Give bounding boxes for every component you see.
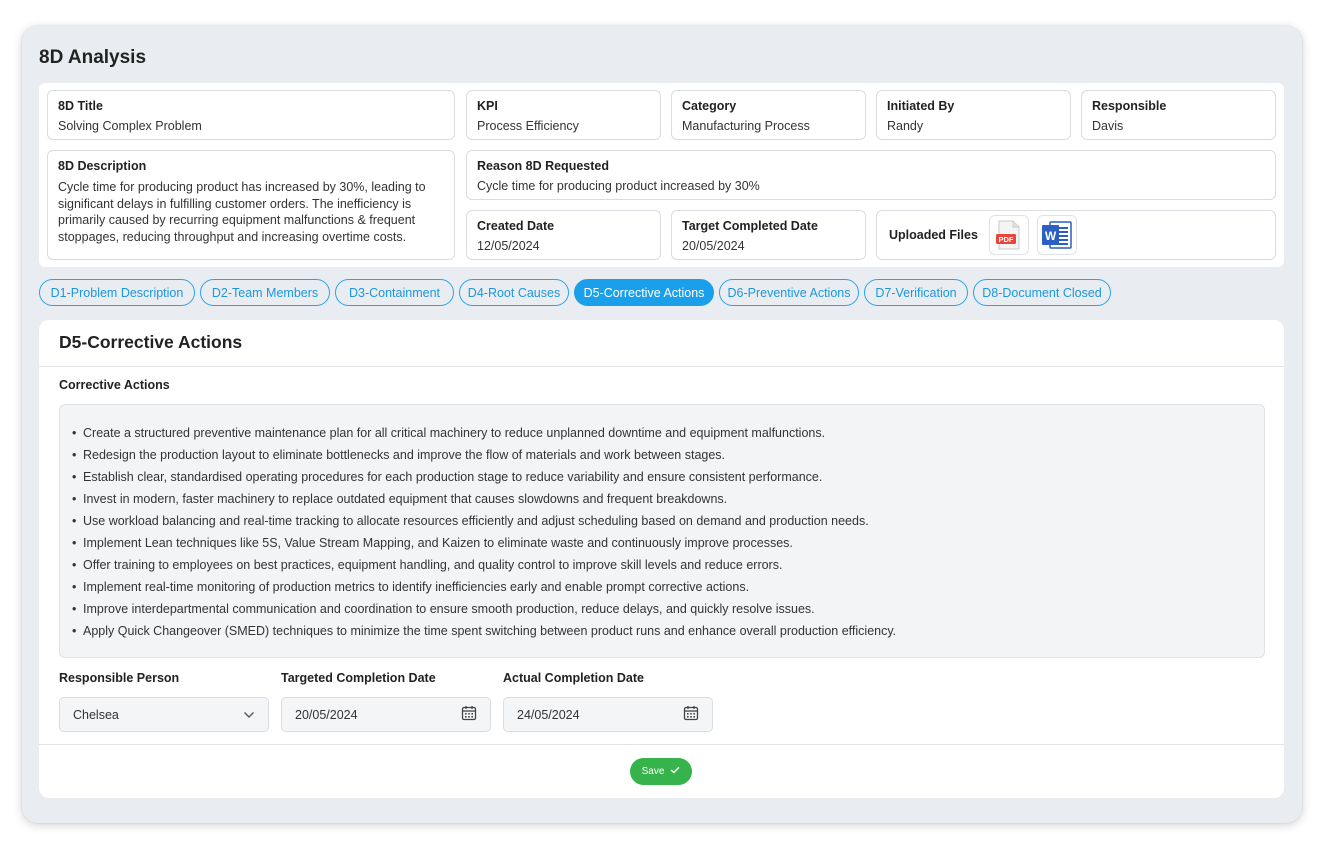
category-label: Category bbox=[682, 99, 737, 113]
reason-card: Reason 8D Requested Cycle time for produ… bbox=[466, 150, 1276, 200]
reason-value: Cycle time for producing product increas… bbox=[477, 179, 760, 193]
action-item: Invest in modern, faster machinery to re… bbox=[72, 488, 1252, 510]
created-date-label: Created Date bbox=[477, 219, 555, 233]
responsible-value: Davis bbox=[1092, 119, 1124, 133]
chevron-down-icon bbox=[243, 708, 255, 722]
description-value: Cycle time for producing product has inc… bbox=[58, 180, 426, 244]
description-label: 8D Description bbox=[58, 159, 147, 173]
reason-label: Reason 8D Requested bbox=[477, 159, 609, 173]
svg-text:PDF: PDF bbox=[998, 235, 1013, 244]
target-date-value: 20/05/2024 bbox=[682, 239, 745, 253]
pdf-file-icon[interactable]: PDF bbox=[988, 215, 1029, 255]
page-title: 8D Analysis bbox=[39, 47, 147, 68]
category-card: Category Manufacturing Process bbox=[671, 90, 866, 140]
targeted-completion-date-input[interactable]: 20/05/2024 bbox=[281, 697, 491, 732]
corrective-actions-label: Corrective Actions bbox=[59, 378, 170, 392]
svg-text:W: W bbox=[1045, 229, 1057, 243]
responsible-label: Responsible bbox=[1092, 99, 1167, 113]
created-date-value: 12/05/2024 bbox=[477, 239, 540, 253]
action-item: Establish clear, standardised operating … bbox=[72, 466, 1252, 488]
uploaded-files-label: Uploaded Files bbox=[889, 228, 978, 242]
action-item: Redesign the production layout to elimin… bbox=[72, 444, 1252, 466]
tab-d3-containment[interactable]: D3-Containment bbox=[335, 279, 454, 306]
word-file-icon[interactable]: W bbox=[1036, 215, 1077, 255]
responsible-card: Responsible Davis bbox=[1081, 90, 1276, 140]
tab-d8-document-closed[interactable]: D8-Document Closed bbox=[973, 279, 1111, 306]
responsible-person-label: Responsible Person bbox=[59, 671, 180, 685]
info-panel: 8D Title Solving Complex Problem KPI Pro… bbox=[39, 83, 1284, 267]
save-button[interactable]: Save bbox=[630, 758, 692, 785]
action-item: Use workload balancing and real-time tra… bbox=[72, 510, 1252, 532]
check-icon bbox=[664, 766, 680, 777]
action-item: Improve interdepartmental communication … bbox=[72, 598, 1252, 620]
corrective-actions-panel: D5-Corrective Actions Corrective Actions… bbox=[39, 320, 1284, 798]
initiated-by-label: Initiated By bbox=[887, 99, 955, 113]
footer-divider bbox=[39, 744, 1284, 745]
created-date-card: Created Date 12/05/2024 bbox=[466, 210, 661, 260]
action-item: Implement real-time monitoring of produc… bbox=[72, 576, 1252, 598]
action-item: Implement Lean techniques like 5S, Value… bbox=[72, 532, 1252, 554]
title-label: 8D Title bbox=[58, 99, 103, 113]
tab-d4-root-causes[interactable]: D4-Root Causes bbox=[459, 279, 569, 306]
tab-d2-team-members[interactable]: D2-Team Members bbox=[200, 279, 330, 306]
initiated-by-card: Initiated By Randy bbox=[876, 90, 1071, 140]
analysis-window: 8D Analysis 8D Title Solving Complex Pro… bbox=[22, 26, 1302, 823]
tab-bar: D1-Problem Description D2-Team Members D… bbox=[39, 279, 1116, 306]
kpi-card: KPI Process Efficiency bbox=[466, 90, 661, 140]
description-card: 8D Description Cycle time for producing … bbox=[47, 150, 455, 260]
title-value: Solving Complex Problem bbox=[58, 119, 202, 133]
uploaded-files-card: Uploaded Files PDF W bbox=[876, 210, 1276, 260]
save-button-label: Save bbox=[641, 766, 665, 777]
corrective-actions-list: Create a structured preventive maintenan… bbox=[72, 422, 1252, 642]
tab-d6-preventive-actions[interactable]: D6-Preventive Actions bbox=[719, 279, 859, 306]
panel-title: D5-Corrective Actions bbox=[59, 332, 243, 352]
action-item: Create a structured preventive maintenan… bbox=[72, 422, 1252, 444]
target-date-label: Target Completed Date bbox=[682, 219, 818, 233]
initiated-by-value: Randy bbox=[887, 119, 924, 133]
category-value: Manufacturing Process bbox=[682, 119, 810, 133]
targeted-completion-label: Targeted Completion Date bbox=[281, 671, 436, 685]
actual-completion-value: 24/05/2024 bbox=[517, 707, 580, 722]
tab-d5-corrective-actions[interactable]: D5-Corrective Actions bbox=[574, 279, 714, 306]
calendar-icon[interactable] bbox=[683, 705, 699, 724]
panel-divider bbox=[39, 366, 1284, 367]
kpi-value: Process Efficiency bbox=[477, 119, 579, 133]
tab-d1-problem-description[interactable]: D1-Problem Description bbox=[39, 279, 195, 306]
responsible-person-value: Chelsea bbox=[73, 707, 119, 722]
tab-d7-verification[interactable]: D7-Verification bbox=[864, 279, 968, 306]
target-date-card: Target Completed Date 20/05/2024 bbox=[671, 210, 866, 260]
action-item: Offer training to employees on best prac… bbox=[72, 554, 1252, 576]
title-card: 8D Title Solving Complex Problem bbox=[47, 90, 455, 140]
actual-completion-label: Actual Completion Date bbox=[503, 671, 644, 685]
action-item: Apply Quick Changeover (SMED) techniques… bbox=[72, 620, 1252, 642]
kpi-label: KPI bbox=[477, 99, 498, 113]
calendar-icon[interactable] bbox=[461, 705, 477, 724]
targeted-completion-value: 20/05/2024 bbox=[295, 707, 358, 722]
responsible-person-select[interactable]: Chelsea bbox=[59, 697, 269, 732]
corrective-actions-list-box[interactable]: Create a structured preventive maintenan… bbox=[59, 404, 1265, 658]
actual-completion-date-input[interactable]: 24/05/2024 bbox=[503, 697, 713, 732]
